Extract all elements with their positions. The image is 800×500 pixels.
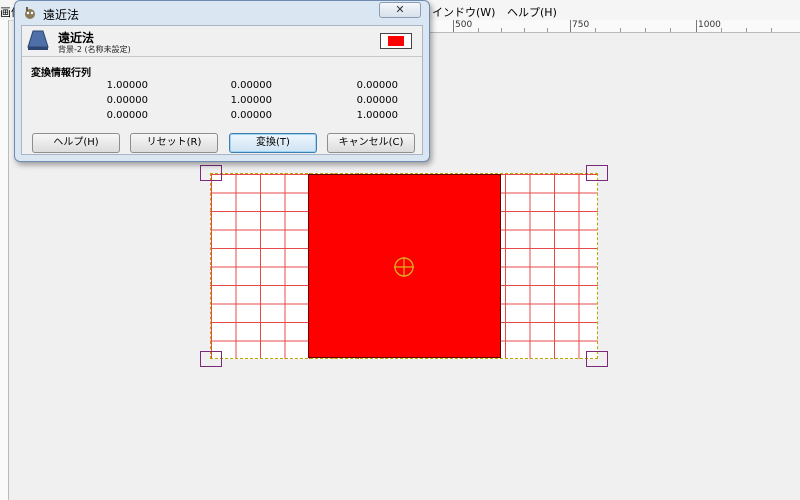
matrix-cell: 1.00000 <box>106 80 148 91</box>
handle-bottom-left[interactable] <box>200 351 222 367</box>
reset-button[interactable]: リセット(R) <box>130 133 218 153</box>
dialog-content: 遠近法 背景-2 (名称未設定) 変換情報行列 1.00000 0.00000 … <box>21 25 423 155</box>
ruler-label-750: 750 <box>572 20 590 30</box>
perspective-dialog: 遠近法 ✕ 遠近法 背景-2 (名称未設定) 変換情報行列 1.00000 0.… <box>14 0 430 162</box>
menu-help[interactable]: ヘルプ(H) <box>507 4 557 20</box>
matrix-cell: 0.00000 <box>106 95 148 106</box>
matrix-label: 変換情報行列 <box>31 68 91 79</box>
perspective-tool-icon <box>27 30 49 50</box>
horizontal-ruler: 500 750 1000 <box>430 20 800 33</box>
matrix-cell: 0.00000 <box>106 110 148 121</box>
handle-top-right[interactable] <box>586 165 608 181</box>
dialog-title: 遠近法 <box>43 8 80 22</box>
dialog-titlebar[interactable]: 遠近法 ✕ <box>15 1 429 25</box>
layer-preview <box>380 33 412 49</box>
transform-button[interactable]: 変換(T) <box>229 133 317 153</box>
handle-top-left[interactable] <box>200 165 222 181</box>
matrix-cell: 0.00000 <box>356 95 398 106</box>
gimp-icon <box>25 7 35 19</box>
help-button[interactable]: ヘルプ(H) <box>32 133 120 153</box>
pivot-crosshair-icon[interactable] <box>393 256 415 278</box>
ruler-label-500: 500 <box>455 20 473 30</box>
matrix-cell: 0.00000 <box>230 110 272 121</box>
matrix-cell: 0.00000 <box>356 80 398 91</box>
transform-matrix: 1.00000 0.00000 0.00000 0.00000 1.00000 … <box>22 80 422 124</box>
menu-window[interactable]: インドウ(W) <box>432 4 495 20</box>
handle-bottom-right[interactable] <box>586 351 608 367</box>
layer-name: 背景-2 (名称未設定) <box>58 45 131 54</box>
matrix-cell: 0.00000 <box>230 80 272 91</box>
matrix-cell: 1.00000 <box>356 110 398 121</box>
vertical-ruler <box>0 20 9 500</box>
tool-header: 遠近法 背景-2 (名称未設定) <box>22 26 422 57</box>
cancel-button[interactable]: キャンセル(C) <box>327 133 415 153</box>
close-button[interactable]: ✕ <box>379 2 421 18</box>
matrix-cell: 1.00000 <box>230 95 272 106</box>
ruler-label-1000: 1000 <box>698 20 721 30</box>
